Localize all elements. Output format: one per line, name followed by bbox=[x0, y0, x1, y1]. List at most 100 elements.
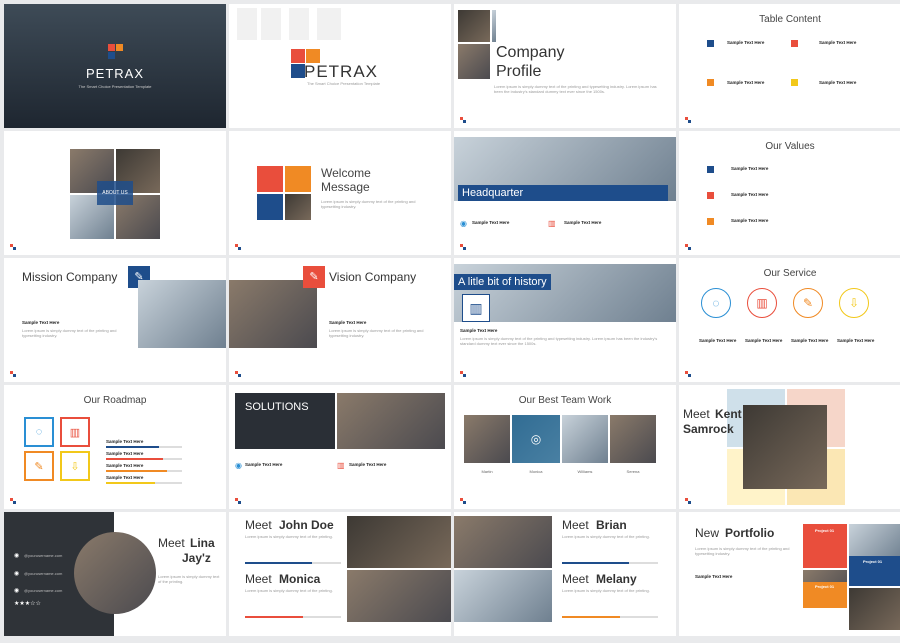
solutions-title: SOLUTIONS bbox=[245, 401, 309, 413]
star-rating: ★★★☆☆ bbox=[14, 601, 41, 607]
service-item: Sample Text Here bbox=[745, 338, 783, 343]
slide-service[interactable]: Our Service ◌ ▥ ✎ ⇩ Sample Text Here Sam… bbox=[679, 258, 900, 382]
service-item: Sample Text Here bbox=[699, 338, 737, 343]
hq-item: Sample Text Here bbox=[472, 220, 510, 225]
slide-team[interactable]: Our Best Team Work ◎ Martin Monica Willi… bbox=[454, 385, 676, 509]
welcome-title-2: Message bbox=[321, 180, 370, 194]
history-title: A litle bit of history bbox=[454, 274, 551, 290]
melany-meet: Meet bbox=[562, 572, 589, 586]
roadmap-item: Sample Text Here bbox=[106, 475, 144, 480]
vision-title: Vision Company bbox=[329, 270, 417, 284]
mission-title: Mission Company bbox=[22, 270, 118, 284]
john-meet: Meet bbox=[245, 518, 272, 532]
values-item: Sample Text Here bbox=[731, 192, 769, 197]
bulb-icon: ◌ bbox=[24, 417, 54, 447]
dribbble-icon: ◉ bbox=[14, 588, 20, 594]
lina-name-2: Jay'z bbox=[182, 551, 211, 565]
toc-title: Table Content bbox=[759, 14, 821, 25]
contact-text: @yourusername.com bbox=[24, 553, 63, 558]
slide-roadmap[interactable]: Our Roadmap ◌ ▥ ✎ ⇩ Sample Text Here Sam… bbox=[4, 385, 226, 509]
slide-history[interactable]: A litle bit of history ▥ Sample Text Her… bbox=[454, 258, 676, 382]
company-title-1: Company bbox=[496, 44, 565, 61]
history-label: Sample Text Here bbox=[460, 328, 498, 333]
slide-about[interactable]: ABOUT US bbox=[4, 131, 226, 255]
team-name: Williams bbox=[577, 469, 593, 474]
bulb-icon: ◌ bbox=[701, 288, 731, 318]
roadmap-item: Sample Text Here bbox=[106, 451, 144, 456]
project-label: Project 01 bbox=[863, 559, 883, 564]
slide-title[interactable]: PETRAX The Smart Choice Presentation Tem… bbox=[229, 4, 451, 128]
logo-icon bbox=[108, 44, 124, 60]
lina-meet: Meet bbox=[158, 536, 185, 550]
book-icon: ▥ bbox=[60, 417, 90, 447]
book-icon: ▥ bbox=[462, 294, 490, 322]
service-item: Sample Text Here bbox=[837, 338, 875, 343]
brian-meet: Meet bbox=[562, 518, 589, 532]
solutions-item: Sample Text Here bbox=[245, 462, 283, 467]
slide-welcome[interactable]: Welcome Message Lorem ipsum is simply du… bbox=[229, 131, 451, 255]
roadmap-item: Sample Text Here bbox=[106, 463, 144, 468]
slide-mission[interactable]: Mission Company ✎ Sample Text Here Lorem… bbox=[4, 258, 226, 382]
slide-solutions[interactable]: SOLUTIONS ◉ Sample Text Here ▥ Sample Te… bbox=[229, 385, 451, 509]
brian-name: Brian bbox=[596, 518, 627, 532]
location-icon: ◉ bbox=[460, 219, 467, 228]
chat-icon: ◎ bbox=[512, 415, 560, 463]
slide-kent[interactable]: Meet Kent Samrock bbox=[679, 385, 900, 509]
company-title-2: Profile bbox=[496, 63, 542, 80]
monica-name: Monica bbox=[279, 572, 321, 586]
hq-title: Headquarter bbox=[458, 185, 668, 201]
contact-text: @yourusername.com bbox=[24, 588, 63, 593]
values-title: Our Values bbox=[765, 141, 815, 152]
toc-item: Sample Text Here bbox=[819, 40, 857, 45]
team-name: Monica bbox=[529, 469, 543, 474]
title-tagline: The Smart Choice Presentation Template bbox=[307, 81, 381, 86]
monica-meet: Meet bbox=[245, 572, 272, 586]
slide-vision[interactable]: ✎ Vision Company Sample Text Here Lorem … bbox=[229, 258, 451, 382]
cover-tagline: The Smart Choice Presentation Template bbox=[78, 84, 152, 89]
toc-item: Sample Text Here bbox=[727, 80, 765, 85]
portfolio-title-2: Portfolio bbox=[725, 526, 775, 540]
project-label: Project 01 bbox=[815, 528, 835, 533]
john-name: John Doe bbox=[279, 518, 334, 532]
location-icon: ◉ bbox=[235, 461, 242, 470]
title-brand: PETRAX bbox=[304, 62, 379, 81]
contact-text: @yourusername.com bbox=[24, 571, 63, 576]
edit-icon: ✎ bbox=[303, 266, 325, 288]
slide-lina[interactable]: ◉ @yourusername.com ◉ @yourusername.com … bbox=[4, 512, 226, 636]
book-icon: ▥ bbox=[747, 288, 777, 318]
team-title: Our Best Team Work bbox=[518, 395, 612, 406]
book-icon: ▥ bbox=[337, 461, 345, 470]
slide-values[interactable]: Our Values Sample Text Here Sample Text … bbox=[679, 131, 900, 255]
vision-label: Sample Text Here bbox=[329, 320, 367, 325]
service-item: Sample Text Here bbox=[791, 338, 829, 343]
portfolio-title-1: New bbox=[695, 526, 720, 540]
whatsapp-icon: ◉ bbox=[14, 553, 20, 559]
download-icon: ⇩ bbox=[839, 288, 869, 318]
slide-cover[interactable]: PETRAX The Smart Choice Presentation Tem… bbox=[4, 4, 226, 128]
portfolio-label: Sample Text Here bbox=[695, 574, 733, 579]
lina-name-1: Lina bbox=[190, 536, 215, 550]
values-item: Sample Text Here bbox=[731, 166, 769, 171]
solutions-item: Sample Text Here bbox=[349, 462, 387, 467]
kent-name-2: Samrock bbox=[683, 422, 734, 436]
download-icon: ⇩ bbox=[60, 451, 90, 481]
melany-name: Melany bbox=[596, 572, 637, 586]
slide-company-profile[interactable]: Company Profile Lorem ipsum is simply du… bbox=[454, 4, 676, 128]
slide-headquarter[interactable]: Headquarter ◉ Sample Text Here ▥ Sample … bbox=[454, 131, 676, 255]
slide-john-monica[interactable]: Meet John Doe Lorem ipsum is simply dumm… bbox=[229, 512, 451, 636]
skype-icon: ◉ bbox=[14, 571, 20, 577]
cover-title: PETRAX bbox=[85, 66, 144, 81]
slide-table-content[interactable]: Table Content Sample Text Here Sample Te… bbox=[679, 4, 900, 128]
roadmap-title: Our Roadmap bbox=[83, 395, 147, 406]
mission-label: Sample Text Here bbox=[22, 320, 60, 325]
edit-icon: ✎ bbox=[24, 451, 54, 481]
toc-item: Sample Text Here bbox=[727, 40, 765, 45]
hq-item: Sample Text Here bbox=[564, 220, 602, 225]
kent-meet: Meet bbox=[683, 407, 710, 421]
slide-brian-melany[interactable]: Meet Brian Lorem ipsum is simply dummy t… bbox=[454, 512, 676, 636]
values-item: Sample Text Here bbox=[731, 218, 769, 223]
slide-portfolio[interactable]: New Portfolio Lorem ipsum is simply dumm… bbox=[679, 512, 900, 636]
service-title: Our Service bbox=[763, 268, 817, 279]
book-icon: ▥ bbox=[548, 219, 556, 228]
project-label: Project 01 bbox=[815, 584, 835, 589]
